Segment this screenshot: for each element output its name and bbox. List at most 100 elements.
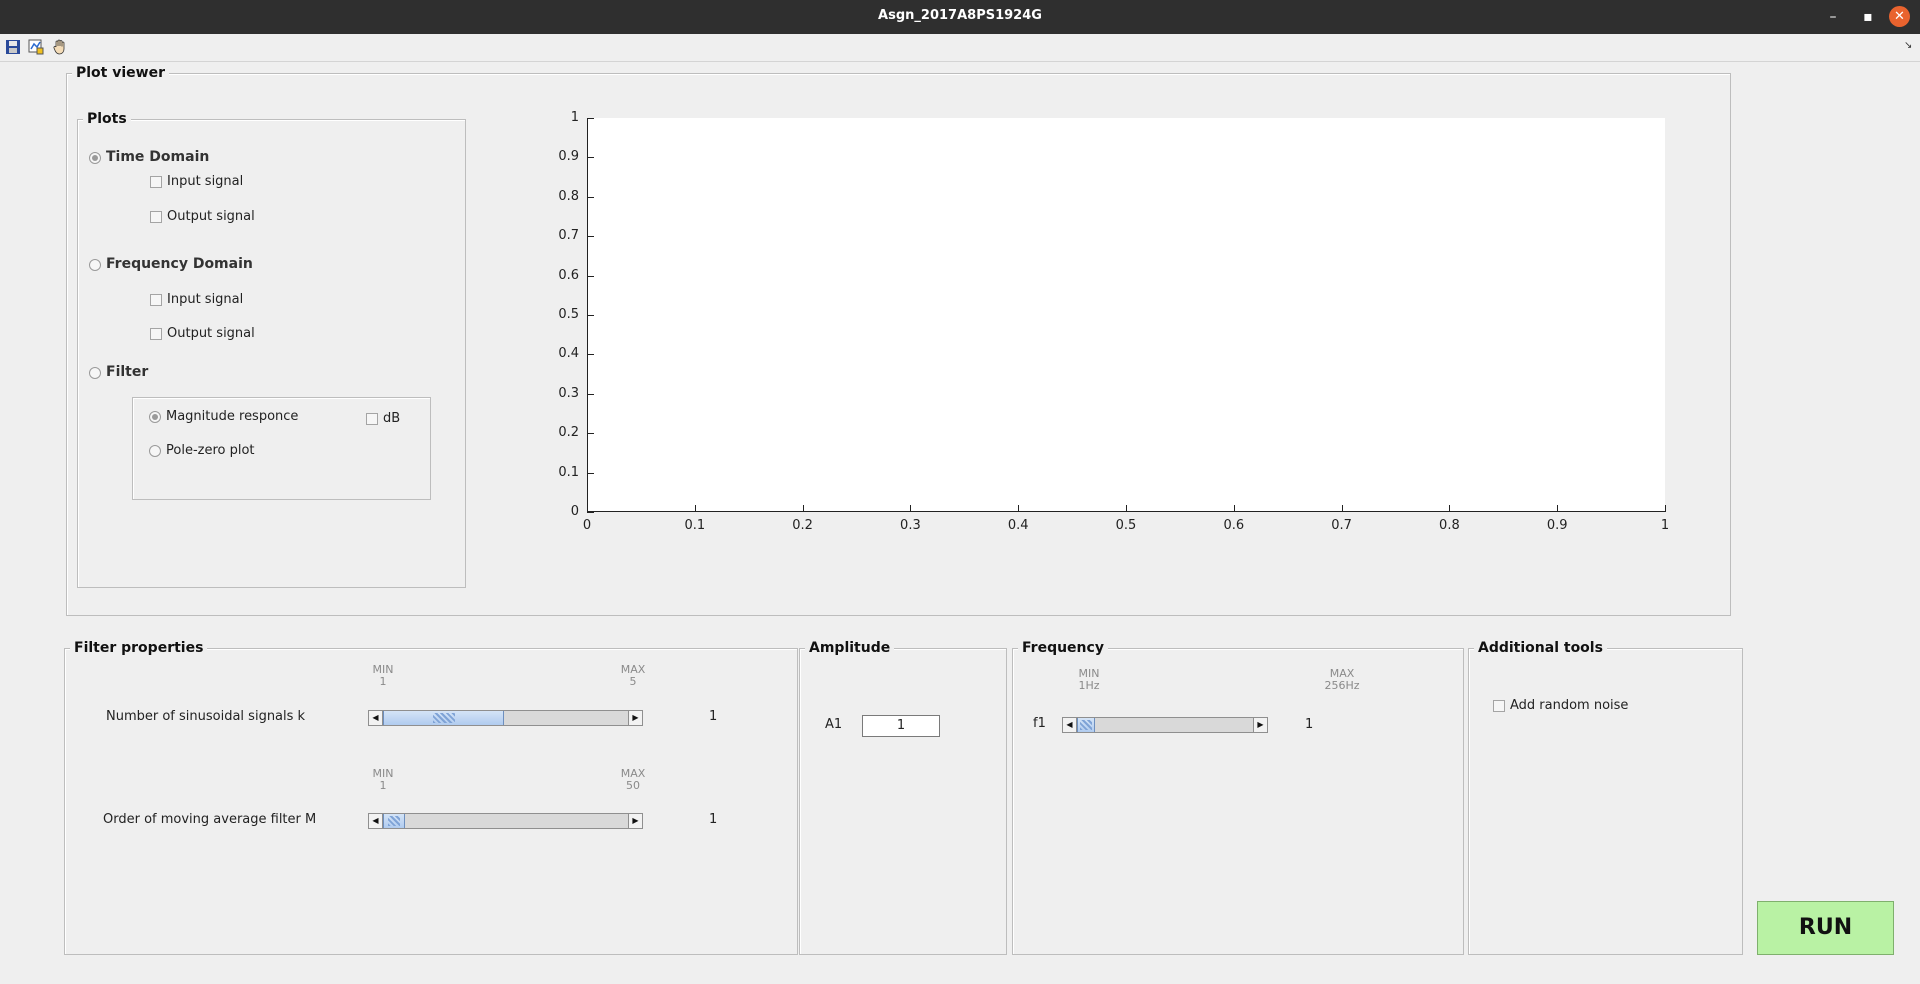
magnitude-response-radio[interactable] [149,411,161,423]
f1-slider-left-arrow[interactable]: ◀ [1063,718,1077,732]
y-tick-mark [587,472,594,474]
magnitude-response-label: Magnitude responce [166,409,299,424]
pole-zero-label: Pole-zero plot [166,443,255,458]
x-tick-mark [802,505,804,512]
k-slider-left-arrow[interactable]: ◀ [369,711,383,725]
y-tick-label: 1 [570,110,579,125]
m-slider-right-arrow[interactable]: ▶ [628,814,642,828]
y-tick-label: 0.7 [558,228,579,244]
db-checkbox[interactable] [366,413,378,425]
y-tick-mark [587,354,594,356]
frequency-panel: Frequency [1012,640,1464,955]
x-tick-mark [1126,505,1127,512]
k-slider-right-arrow[interactable]: ▶ [628,711,642,725]
y-tick-label: 0.5 [558,307,579,322]
f1-slider[interactable]: ◀ ▶ [1062,717,1268,733]
y-tick-label: 0.2 [558,425,579,441]
figure-toolbar: ↘ [0,34,1920,62]
k-max-label: MAX 5 [620,663,646,688]
m-value: 1 [709,812,718,827]
save-icon[interactable] [4,38,22,56]
pan-hand-icon[interactable] [51,38,69,56]
x-tick-label: 0.9 [1546,518,1568,533]
y-tick-mark [587,433,594,435]
x-tick-mark [910,505,912,512]
k-slider-thumb[interactable] [383,711,504,725]
y-tick-mark [587,118,594,119]
y-tick-mark [587,157,594,159]
m-slider-label: Order of moving average filter M [103,812,317,827]
y-tick-label: 0.6 [558,267,579,283]
x-tick-mark [1233,505,1235,512]
dock-arrow-icon[interactable]: ↘ [1904,40,1912,51]
x-tick-label: 0.1 [684,518,706,533]
amplitude-panel: Amplitude [799,640,1007,955]
x-tick-label: 0 [582,518,592,533]
x-tick-label: 1 [1660,518,1670,533]
x-tick-label: 0.6 [1223,518,1245,533]
y-tick-label: 0.1 [558,464,579,480]
m-slider[interactable]: ◀ ▶ [368,813,643,829]
y-tick-mark [587,393,594,395]
a1-input[interactable]: 1 [862,715,940,737]
a1-label: A1 [825,717,843,732]
k-min-label: MIN 1 [372,663,394,688]
fd-output-signal-label: Output signal [167,326,255,341]
filter-radio[interactable] [89,367,101,379]
x-tick-mark [1665,505,1666,512]
minimize-button[interactable]: – [1822,6,1844,28]
td-output-signal-checkbox[interactable] [150,211,162,223]
td-input-signal-label: Input signal [167,174,244,189]
td-input-signal-checkbox[interactable] [150,176,162,188]
f1-min-label: MIN 1Hz [1078,667,1100,692]
f1-label: f1 [1033,716,1046,731]
pole-zero-radio[interactable] [149,445,161,457]
additional-tools-title: Additional tools [1474,640,1607,656]
random-noise-label: Add random noise [1510,698,1629,713]
run-button[interactable]: RUN [1757,901,1894,955]
maximize-button[interactable]: ▪ [1857,6,1879,28]
frequency-title: Frequency [1018,640,1108,656]
y-tick-label: 0.9 [558,149,579,165]
x-tick-label: 0.7 [1331,518,1352,533]
k-slider[interactable]: ◀ ▶ [368,710,643,726]
additional-tools-panel: Additional tools [1468,640,1743,955]
time-domain-radio[interactable] [89,152,101,164]
y-tick-label: 0 [570,504,579,519]
plots-title: Plots [83,111,131,127]
window-title-bar: Asgn_2017A8PS1924G – ▪ ✕ [0,0,1920,34]
y-tick-mark [587,512,594,513]
x-tick-label: 0.3 [900,518,921,533]
f1-value: 1 [1305,717,1314,732]
x-tick-mark [694,505,696,512]
fd-output-signal-checkbox[interactable] [150,328,162,340]
m-slider-left-arrow[interactable]: ◀ [369,814,383,828]
y-tick-mark [587,275,594,277]
td-output-signal-label: Output signal [167,209,255,224]
random-noise-checkbox[interactable] [1493,700,1505,712]
y-tick-mark [587,236,594,238]
y-tick-label: 0.3 [558,385,579,401]
x-tick-label: 0.5 [1115,518,1137,533]
x-tick-mark [1449,505,1451,512]
filter-properties-panel: Filter properties [64,640,798,955]
x-tick-label: 0.4 [1007,518,1029,533]
close-button[interactable]: ✕ [1889,6,1910,27]
x-tick-mark [587,505,588,512]
window-title: Asgn_2017A8PS1924G [878,8,1042,23]
y-tick-label: 0.4 [558,346,579,362]
f1-slider-right-arrow[interactable]: ▶ [1253,718,1267,732]
m-min-label: MIN 1 [372,767,394,792]
x-tick-label: 0.2 [792,518,813,533]
x-tick-mark [1557,505,1559,512]
fd-input-signal-checkbox[interactable] [150,294,162,306]
amplitude-title: Amplitude [805,640,895,656]
f1-slider-thumb[interactable] [1077,718,1095,732]
plot-axes[interactable] [587,118,1665,512]
data-cursor-icon[interactable] [27,38,45,56]
plots-panel: Plots [77,111,466,588]
f1-max-label: MAX 256Hz [1324,667,1360,692]
db-label: dB [383,411,401,426]
m-slider-thumb[interactable] [383,814,405,828]
frequency-domain-radio[interactable] [89,259,101,271]
